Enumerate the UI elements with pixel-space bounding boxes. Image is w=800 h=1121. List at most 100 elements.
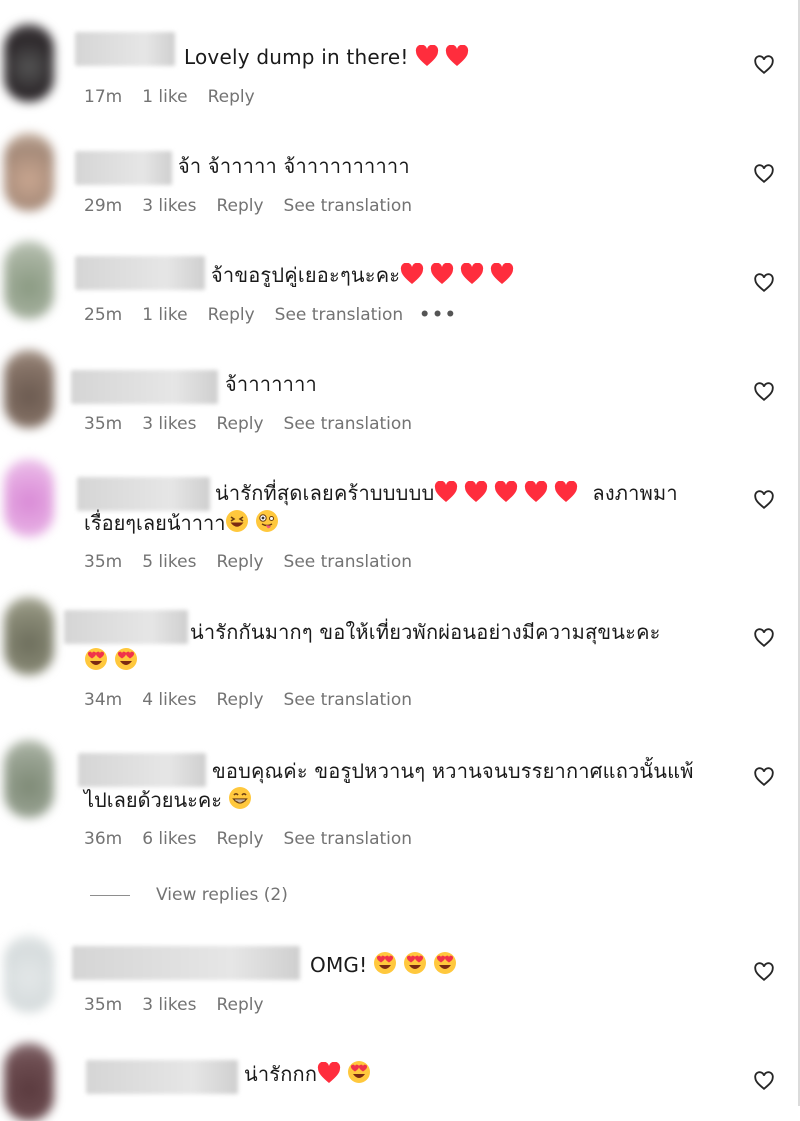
comment-time[interactable]: 35m — [84, 552, 122, 572]
username-redacted[interactable] — [64, 610, 188, 644]
avatar[interactable] — [4, 459, 54, 537]
comment-likes[interactable]: 4 likes — [142, 690, 196, 710]
comment-text: จ้า จ้าาาาา จ้าาาาาาาาาา — [178, 151, 410, 181]
heart-eyes-face-icon — [84, 647, 108, 679]
comment-likes[interactable]: 5 likes — [142, 552, 196, 572]
heart-outline-icon[interactable] — [753, 54, 775, 76]
comment-body-continued: ลงภาพมา — [592, 481, 678, 505]
username-redacted[interactable] — [86, 1060, 238, 1094]
comment-body: OMG! — [310, 953, 368, 977]
red-heart-icon — [430, 262, 454, 293]
red-heart-icon — [524, 480, 548, 511]
red-heart-icon — [490, 262, 514, 293]
more-options-icon[interactable]: ••• — [419, 305, 458, 325]
comment-text-line2: ไปเลยด้วยนะคะ — [84, 785, 252, 818]
view-replies-label: View replies (2) — [156, 885, 288, 905]
heart-outline-icon[interactable] — [753, 381, 775, 403]
comment-meta: 17m 1 like Reply — [84, 87, 275, 107]
comment-body: น่ารักที่สุดเลยคร้าบบบบบ — [215, 481, 435, 505]
reply-button[interactable]: Reply — [216, 690, 263, 710]
username-redacted[interactable] — [77, 477, 210, 511]
red-heart-icon — [554, 480, 578, 511]
red-heart-icon — [445, 44, 469, 75]
see-translation-button[interactable]: See translation — [284, 829, 413, 849]
avatar[interactable] — [4, 133, 54, 211]
view-replies-button[interactable]: View replies (2) — [90, 885, 288, 905]
avatar[interactable] — [4, 241, 54, 319]
username-redacted[interactable] — [75, 256, 205, 290]
reply-button[interactable]: Reply — [216, 995, 263, 1015]
comment-body: จ้าขอรูปคู่เยอะๆนะคะ — [211, 263, 401, 287]
comment-body: ขอบคุณค่ะ ขอรูปหวานๆ หวานจนบรรยากาศแถวนั… — [212, 759, 694, 783]
avatar[interactable] — [4, 935, 54, 1013]
heart-outline-icon[interactable] — [753, 766, 775, 788]
red-heart-icon — [494, 480, 518, 511]
comment-meta: 35m 3 likes Reply See translation — [84, 414, 432, 434]
username-redacted[interactable] — [75, 151, 172, 185]
heart-eyes-face-icon — [433, 951, 457, 983]
avatar[interactable] — [4, 24, 54, 102]
see-translation-button[interactable]: See translation — [275, 305, 404, 325]
heart-eyes-face-icon — [403, 951, 427, 983]
comment-time[interactable]: 25m — [84, 305, 122, 325]
comment-text: น่ารักกก — [244, 1059, 371, 1092]
comment-meta: 25m 1 like Reply See translation ••• — [84, 305, 478, 325]
see-translation-button[interactable]: See translation — [284, 196, 413, 216]
username-redacted[interactable] — [72, 946, 300, 980]
comment-meta: 35m 3 likes Reply — [84, 995, 284, 1015]
comment-likes[interactable]: 6 likes — [142, 829, 196, 849]
see-translation-button[interactable]: See translation — [284, 552, 413, 572]
see-translation-button[interactable]: See translation — [284, 690, 413, 710]
heart-outline-icon[interactable] — [753, 489, 775, 511]
comment-likes[interactable]: 3 likes — [142, 414, 196, 434]
comment-text-line2 — [84, 646, 138, 679]
heart-outline-icon[interactable] — [753, 627, 775, 649]
comment-time[interactable]: 29m — [84, 196, 122, 216]
red-heart-icon — [434, 480, 458, 511]
comment-text: OMG! — [310, 950, 457, 983]
avatar[interactable] — [4, 1043, 54, 1121]
comments-list: Lovely dump in there! 17m 1 like Reply จ… — [0, 0, 800, 1121]
comment-likes[interactable]: 3 likes — [142, 995, 196, 1015]
comment-text: น่ารักที่สุดเลยคร้าบบบบบ ลงภาพมา — [215, 478, 678, 511]
heart-eyes-face-icon — [347, 1060, 371, 1092]
username-redacted[interactable] — [78, 753, 206, 787]
comment-text-line2: เรื่อยๆเลยน้าาาา — [84, 508, 279, 541]
comment-likes[interactable]: 1 like — [142, 87, 187, 107]
comment-meta: 36m 6 likes Reply See translation — [84, 829, 432, 849]
comment-time[interactable]: 34m — [84, 690, 122, 710]
comment-meta: 29m 3 likes Reply See translation — [84, 196, 432, 216]
view-replies-divider — [90, 894, 130, 896]
reply-button[interactable]: Reply — [216, 829, 263, 849]
heart-outline-icon[interactable] — [753, 1070, 775, 1092]
comment-time[interactable]: 36m — [84, 829, 122, 849]
avatar[interactable] — [4, 597, 54, 675]
reply-button[interactable]: Reply — [208, 87, 255, 107]
red-heart-icon — [460, 262, 484, 293]
username-redacted[interactable] — [71, 370, 218, 404]
reply-button[interactable]: Reply — [216, 196, 263, 216]
comment-meta: 35m 5 likes Reply See translation — [84, 552, 432, 572]
heart-outline-icon[interactable] — [753, 272, 775, 294]
avatar[interactable] — [4, 350, 54, 428]
comment-body: น่ารักกก — [244, 1062, 318, 1086]
reply-button[interactable]: Reply — [216, 552, 263, 572]
see-translation-button[interactable]: See translation — [284, 414, 413, 434]
reply-button[interactable]: Reply — [208, 305, 255, 325]
comment-text: จ้าขอรูปคู่เยอะๆนะคะ — [211, 260, 514, 293]
comment-likes[interactable]: 3 likes — [142, 196, 196, 216]
comment-time[interactable]: 17m — [84, 87, 122, 107]
red-heart-icon — [415, 44, 439, 75]
comment-time[interactable]: 35m — [84, 414, 122, 434]
reply-button[interactable]: Reply — [216, 414, 263, 434]
red-heart-icon — [317, 1061, 341, 1092]
grinning-squint-face-icon — [225, 509, 249, 541]
comment-time[interactable]: 35m — [84, 995, 122, 1015]
heart-outline-icon[interactable] — [753, 961, 775, 983]
heart-outline-icon[interactable] — [753, 163, 775, 185]
comment-body: เรื่อยๆเลยน้าาาา — [84, 511, 226, 535]
comment-likes[interactable]: 1 like — [142, 305, 187, 325]
avatar[interactable] — [4, 740, 54, 818]
heart-eyes-face-icon — [114, 647, 138, 679]
username-redacted[interactable] — [75, 32, 175, 66]
